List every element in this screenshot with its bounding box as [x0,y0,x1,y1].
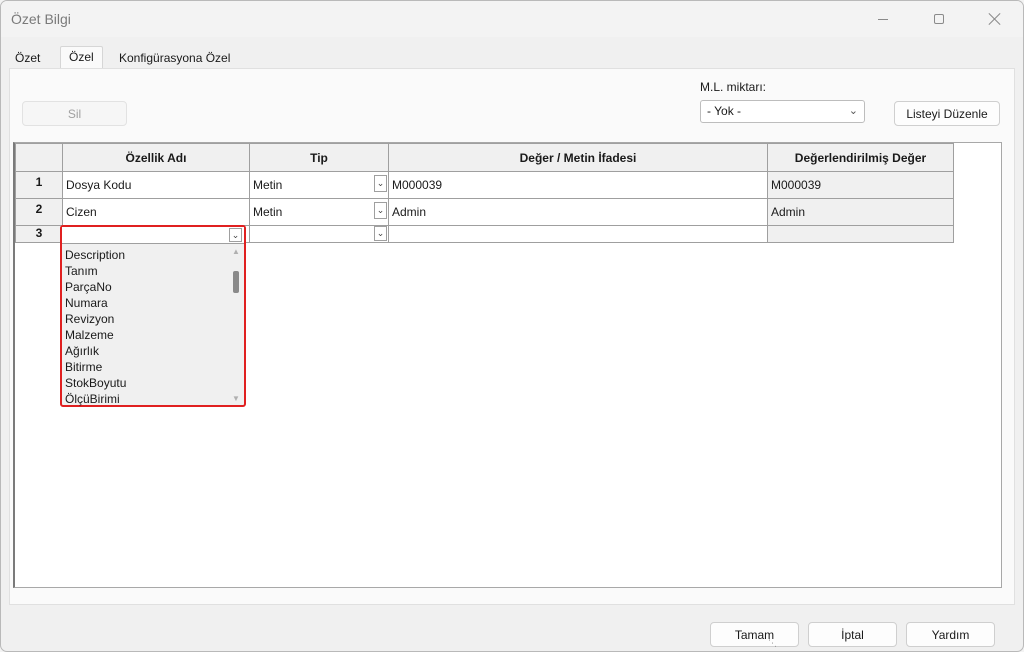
ml-quantity-label: M.L. miktarı: [700,80,767,94]
column-header-value[interactable]: Değer / Metin İfadesi [388,143,768,172]
value-cell[interactable]: Admin [388,198,768,226]
type-value: Metin [253,178,283,192]
dropdown-list: Description Tanım ParçaNo Numara Revizyo… [65,247,225,407]
evaluated-value-cell: Admin [767,198,954,226]
list-item[interactable]: Tanım [65,263,225,279]
type-cell[interactable]: Metin ⌄ [249,171,389,199]
resize-grip-icon[interactable]: ⋱ [768,638,777,649]
list-item[interactable]: ParçaNo [65,279,225,295]
list-item[interactable]: StokBoyutu [65,375,225,391]
summary-info-dialog: Özet Bilgi Özet Özel Konfigürasyona Özel… [0,0,1024,652]
list-item[interactable]: Ağırlık [65,343,225,359]
edit-list-button[interactable]: Listeyi Düzenle [894,101,1000,126]
tab-ozel[interactable]: Özel [60,46,103,69]
minimize-icon [878,18,888,20]
title-bar: Özet Bilgi [1,1,1023,37]
tab-konfigurasyona-ozel[interactable]: Konfigürasyona Özel [113,49,236,69]
type-value: Metin [253,205,283,219]
evaluated-value-cell: M000039 [767,171,954,199]
value-cell[interactable]: M000039 [388,171,768,199]
chevron-down-icon[interactable]: ⌄ [374,175,387,192]
delete-button[interactable]: Sil [22,101,127,126]
value-cell[interactable] [388,225,768,243]
list-item[interactable]: ÖlçüBirimi [65,391,225,407]
chevron-down-icon[interactable]: ⌄ [374,226,387,241]
chevron-down-icon: ⌄ [848,105,858,117]
maximize-button[interactable] [915,1,963,37]
window-title: Özet Bilgi [11,11,71,27]
ml-quantity-value: - Yok - [707,104,742,118]
type-cell[interactable]: Metin ⌄ [249,198,389,226]
help-button[interactable]: Yardım [906,622,995,647]
maximize-icon [934,14,944,24]
row-number[interactable]: 3 [15,225,63,243]
column-header-type[interactable]: Tip [249,143,389,172]
property-name-cell[interactable]: Dosya Kodu [62,171,250,199]
column-header-property-name[interactable]: Özellik Adı [62,143,250,172]
close-icon [988,12,1002,26]
grid-corner [15,143,63,172]
scroll-down-icon[interactable]: ▼ [232,394,240,403]
property-name-dropdown[interactable]: ⌄ Description Tanım ParçaNo Numara Reviz… [60,225,246,407]
list-item[interactable]: Bitirme [65,359,225,375]
chevron-down-icon[interactable]: ⌄ [374,202,387,219]
table-row: 1 Dosya Kodu Metin ⌄ M000039 M000039 [15,171,954,199]
scroll-up-icon[interactable]: ▲ [232,247,240,256]
row-number[interactable]: 1 [15,171,63,199]
list-item[interactable]: Description [65,247,225,263]
evaluated-value-cell [767,225,954,243]
list-item[interactable]: Numara [65,295,225,311]
list-item[interactable]: Malzeme [65,327,225,343]
minimize-button[interactable] [859,1,907,37]
type-cell[interactable]: ⌄ [249,225,389,243]
grid-header-row: Özellik Adı Tip Değer / Metin İfadesi De… [15,143,954,172]
property-name-cell[interactable]: Cizen [62,198,250,226]
chevron-down-icon[interactable]: ⌄ [229,228,242,242]
dropdown-scrollbar[interactable]: ▲ ▼ [230,247,242,403]
ml-quantity-select[interactable]: - Yok - ⌄ [700,100,865,123]
ok-button[interactable]: Tamam [710,622,799,647]
column-header-evaluated-value[interactable]: Değerlendirilmiş Değer [767,143,954,172]
dropdown-header[interactable]: ⌄ [62,227,244,244]
scrollbar-thumb[interactable] [233,271,239,293]
table-row: 2 Cizen Metin ⌄ Admin Admin [15,198,954,226]
row-number[interactable]: 2 [15,198,63,226]
tab-ozet[interactable]: Özet [9,49,46,69]
close-button[interactable] [971,1,1019,37]
list-item[interactable]: Revizyon [65,311,225,327]
cancel-button[interactable]: İptal [808,622,897,647]
